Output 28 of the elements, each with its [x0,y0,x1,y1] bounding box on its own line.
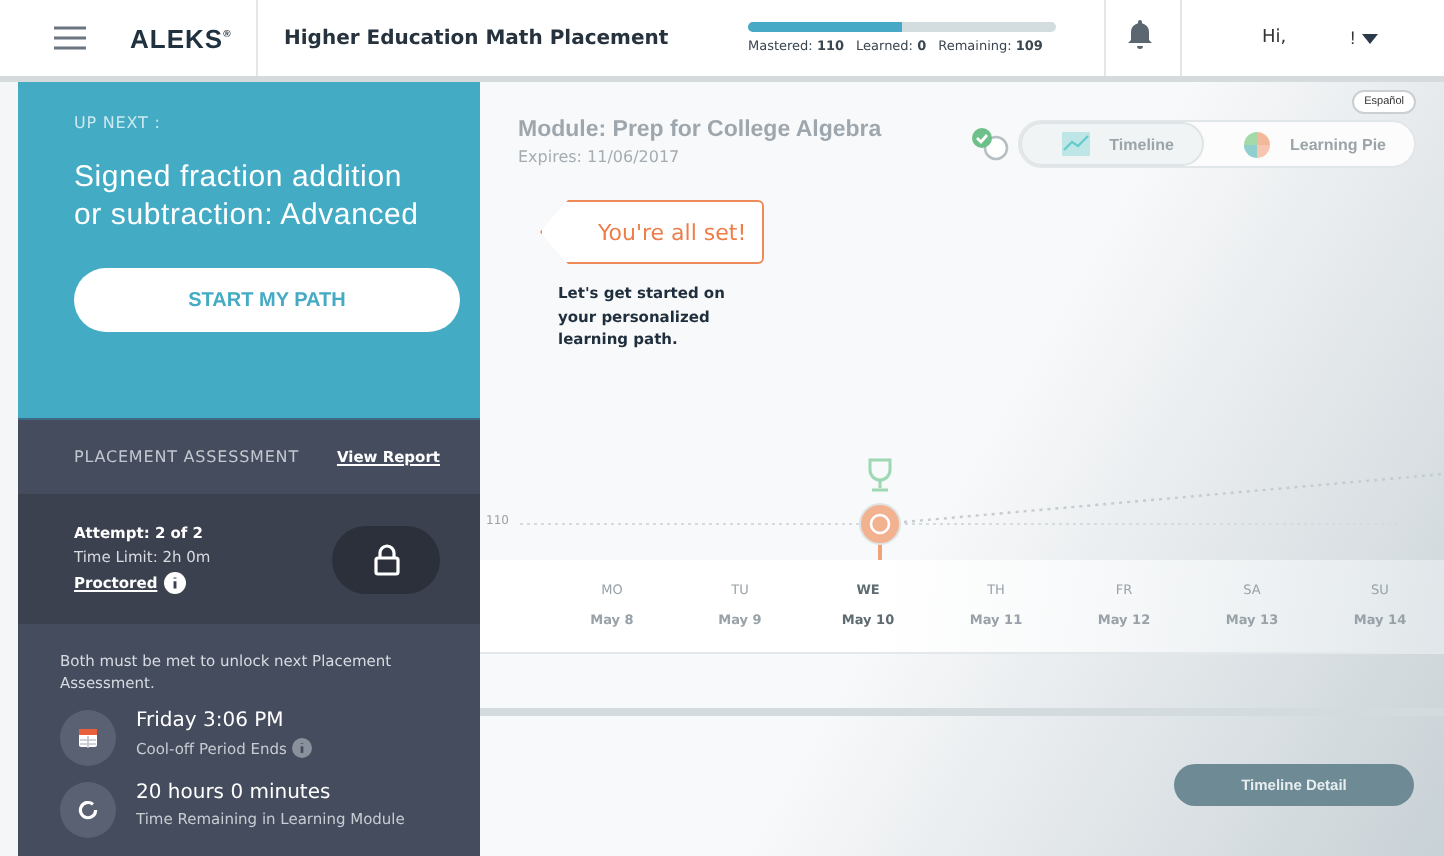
student-check-icon [969,126,1010,162]
condition-title: 20 hours 0 minutes [136,782,333,804]
course-title: Higher Education Math Placement [284,27,671,49]
notification-bell-icon[interactable] [1126,18,1154,50]
condition-title: Friday 3:06 PM [136,710,286,732]
pie-chart-icon [1243,131,1270,157]
topic-title: Signed fraction addition or subtraction: Advanced [74,158,421,234]
expiry-date: Expires: 11/06/2017 [518,148,682,166]
view-tab[interactable]: Timeline [1019,122,1204,166]
trophy-icon [868,457,892,491]
up-next-heading: UP NEXT : [74,114,163,132]
caret-icon [1361,33,1378,43]
greeting: Hi, [1262,28,1287,48]
lock-button[interactable] [332,525,440,593]
user-menu[interactable]: ! [1350,28,1378,48]
section-heading: PLACEMENT ASSESSMENT [74,448,299,466]
start-path-button[interactable]: START MY PATH [74,268,460,332]
line-chart-icon [1061,132,1090,156]
logo: ALEKS$^{®}$ [130,23,234,53]
callout-banner: You're all set! [540,200,764,264]
timer-icon [78,800,98,820]
today-marker[interactable] [859,502,901,559]
module-title: Module: Prep for College Algebra [518,118,882,142]
view-tab[interactable]: Learning Pie [1203,122,1414,166]
info-icon[interactable] [163,572,186,594]
padlock-icon [373,543,399,575]
menu-icon[interactable] [54,26,86,50]
calendar-icon [78,728,98,748]
